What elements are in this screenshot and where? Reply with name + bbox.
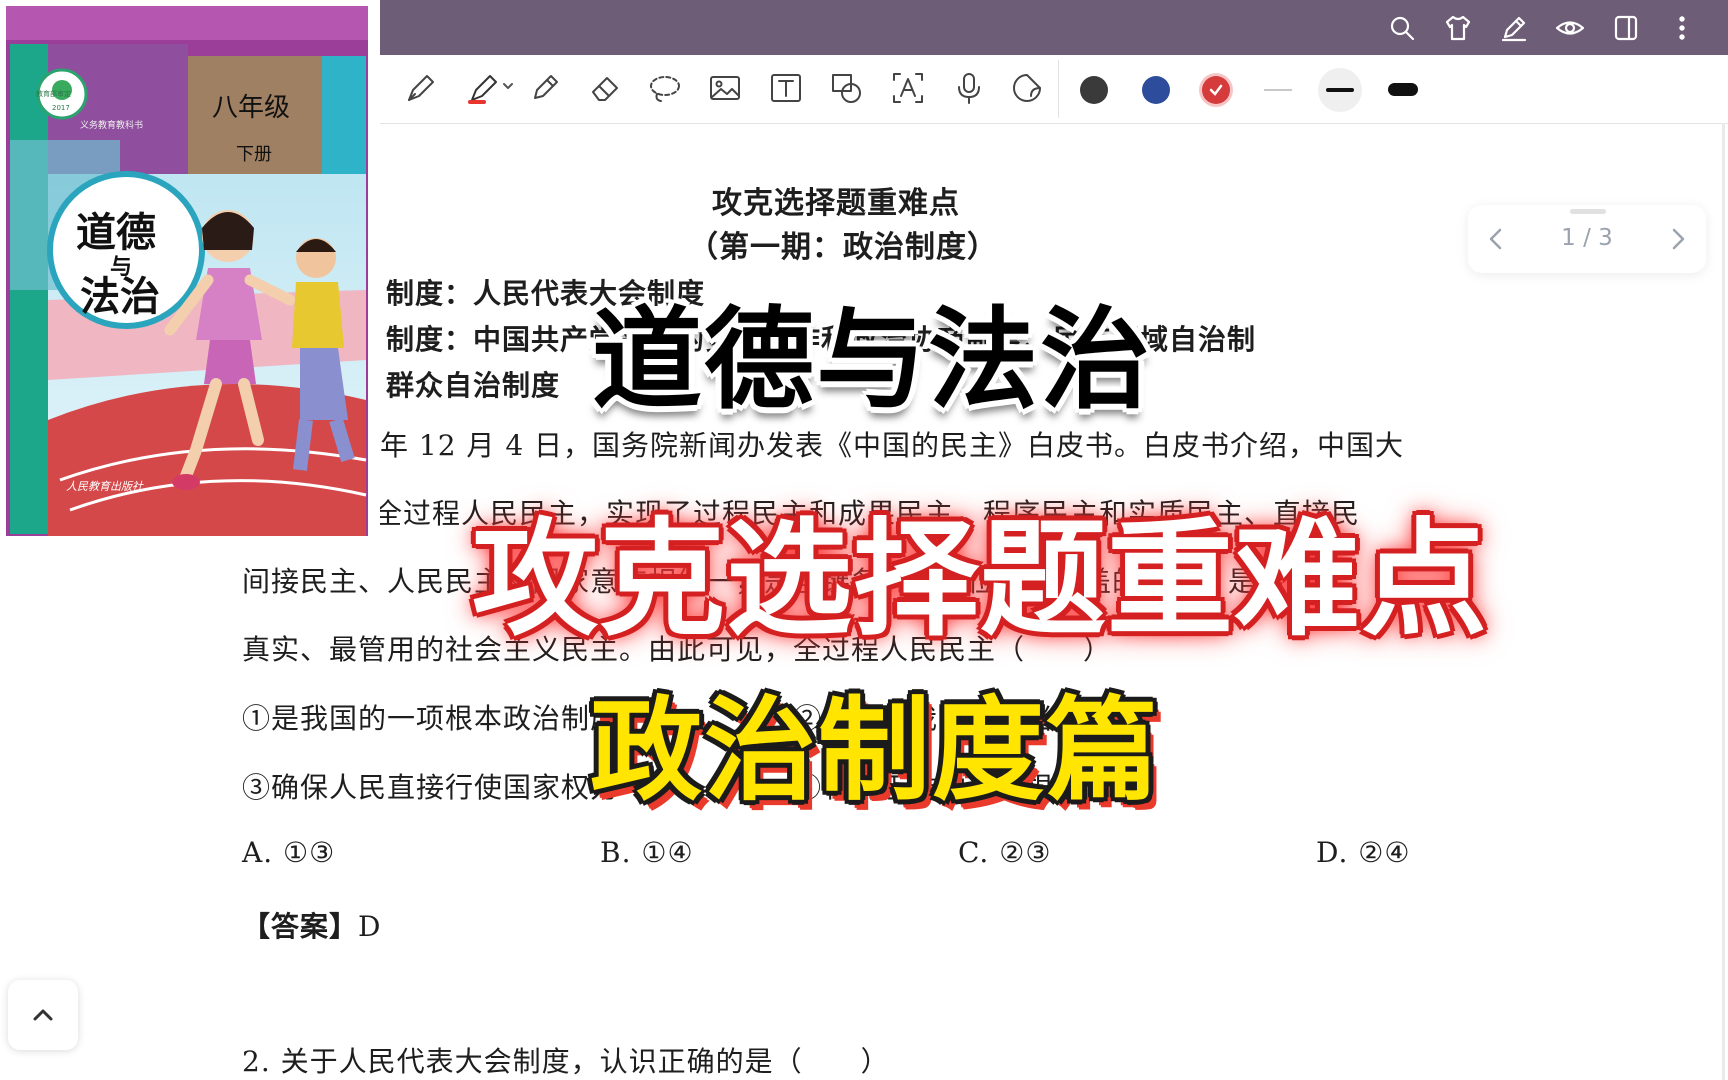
drag-handle[interactable] [1570, 209, 1606, 214]
book-publisher: 人民教育出版社 [66, 480, 144, 493]
doc-line: 年 12 月 4 日，国务院新闻办发表《中国的民主》白皮书。白皮书介绍，中国大 [380, 429, 1405, 462]
lasso-icon[interactable] [642, 65, 688, 111]
fountain-pen-icon[interactable] [398, 65, 444, 111]
top-bar-actions [1386, 0, 1698, 55]
stroke-thick[interactable] [1388, 83, 1418, 96]
textbook-cover: 八年级 下册 道德 与 法治 教育部审定 2017 义务教育教科书 人民教育出版… [0, 0, 380, 545]
book-series: 义务教育教科书 [80, 119, 143, 131]
page-navigator: 1 / 3 [1468, 205, 1706, 273]
answer-label: 【答案】 [242, 910, 359, 943]
scroll-to-top-button[interactable] [8, 980, 78, 1050]
book-badge-year: 2017 [52, 104, 70, 112]
chevron-left-icon[interactable] [1482, 225, 1510, 253]
doc-line: 群众自治制度 [386, 369, 561, 402]
overlay-title-chapter: 政治制度篇 [590, 686, 1160, 816]
check-icon [1209, 84, 1223, 96]
marker-icon[interactable] [522, 65, 568, 111]
toolbar-separator [1058, 60, 1059, 118]
shapes-icon[interactable] [824, 65, 870, 111]
document-subtitle: （第一期：政治制度） [688, 230, 998, 265]
search-icon[interactable] [1386, 12, 1418, 44]
highlighter-icon[interactable] [462, 65, 522, 111]
more-vertical-icon[interactable] [1666, 12, 1698, 44]
image-icon[interactable] [702, 65, 748, 111]
chevron-up-icon [33, 1009, 53, 1021]
book-volume: 下册 [236, 144, 272, 165]
option-b: B. ①④ [600, 836, 694, 869]
option-a: A. ①③ [242, 836, 336, 869]
text-recognition-icon[interactable] [885, 65, 931, 111]
stroke-thin[interactable] [1264, 89, 1292, 91]
color-swatch-red-selected[interactable] [1202, 76, 1230, 104]
option-d: D. ②④ [1316, 836, 1411, 869]
eraser-icon[interactable] [582, 65, 628, 111]
color-swatch-dark[interactable] [1080, 76, 1108, 104]
document-title: 攻克选择题重难点 [712, 186, 960, 221]
book-badge: 教育部审定 [36, 89, 71, 98]
chevron-right-icon[interactable] [1664, 225, 1692, 253]
book-title-1: 道德 [76, 209, 156, 256]
color-swatch-blue[interactable] [1142, 76, 1170, 104]
book-grade: 八年级 [212, 93, 290, 123]
text-icon[interactable] [763, 65, 809, 111]
option-c: C. ②③ [958, 836, 1052, 869]
textbook-cover-art: 八年级 下册 道德 与 法治 教育部审定 2017 义务教育教科书 人民教育出版… [0, 0, 380, 545]
book-title-2: 法治 [80, 273, 160, 320]
pen-edit-icon[interactable] [1498, 12, 1530, 44]
answer: 【答案】D [242, 905, 381, 945]
page-indicator: 1 / 3 [1561, 225, 1613, 251]
microphone-icon[interactable] [946, 65, 992, 111]
overlay-title-subject: 道德与法治 [592, 296, 1152, 424]
scrollbar[interactable] [1722, 123, 1725, 1080]
stroke-medium-line [1326, 88, 1354, 92]
shirt-icon[interactable] [1442, 12, 1474, 44]
overlay-title-topic: 攻克选择题重难点 [472, 506, 1488, 653]
answer-value: D [358, 910, 382, 943]
sidebar-icon[interactable] [1610, 12, 1642, 44]
sticker-icon[interactable] [1004, 65, 1050, 111]
eye-icon[interactable] [1554, 12, 1586, 44]
question-2: 2. 关于人民代表大会制度，认识正确的是（ ） [242, 1045, 890, 1078]
